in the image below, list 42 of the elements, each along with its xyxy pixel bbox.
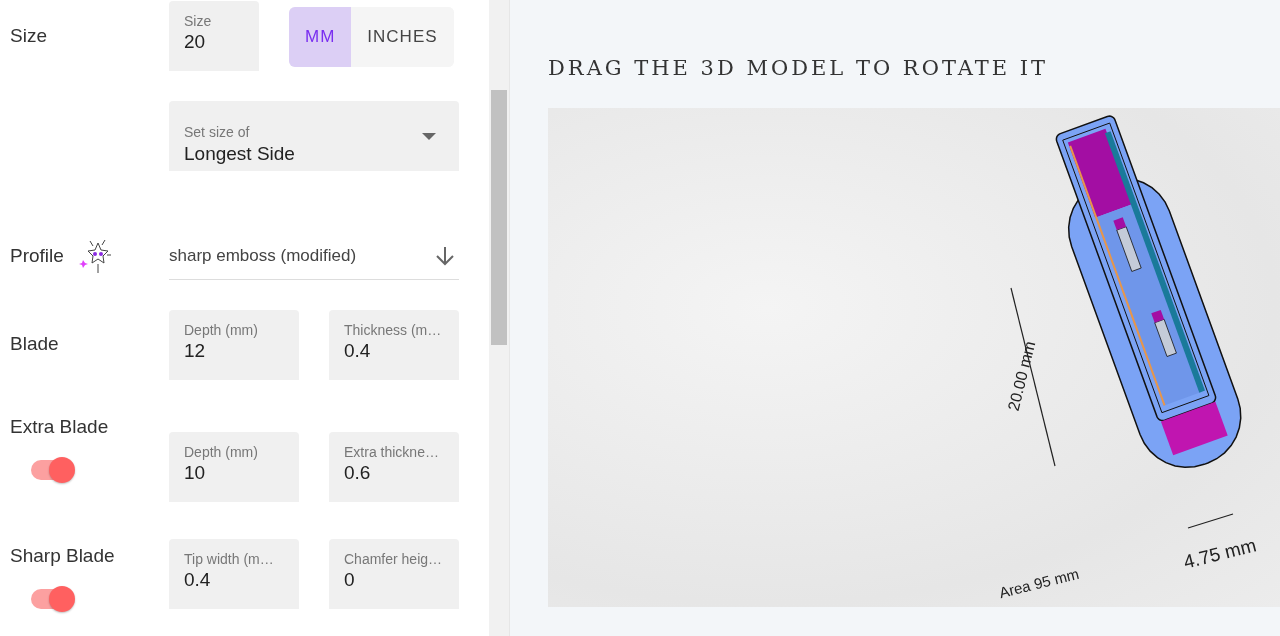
caret-icon bbox=[422, 132, 436, 140]
field-label: Thickness (m… bbox=[344, 322, 443, 338]
input-field[interactable]: Depth (mm) 12 bbox=[169, 310, 299, 380]
dropdown-value: sharp emboss (modified) bbox=[169, 245, 357, 266]
input-field[interactable]: Thickness (m… 0.4 bbox=[329, 310, 459, 380]
field-label: Depth (mm) bbox=[184, 322, 259, 338]
dropdown[interactable]: Set size of Longest Side bbox=[169, 101, 459, 171]
input-field[interactable]: Depth (mm) 10 bbox=[169, 432, 299, 502]
field-value: 0 bbox=[344, 569, 356, 591]
unit-toggle-button[interactable]: MM bbox=[289, 7, 352, 67]
row-label: Sharp Blade bbox=[10, 545, 116, 567]
field-label: Set size of bbox=[184, 123, 251, 140]
measurement-label: 4.75 mm bbox=[1181, 534, 1259, 574]
input-field[interactable]: Tip width (m… 0.4 bbox=[169, 539, 299, 609]
row-label: Profile bbox=[10, 245, 64, 267]
input-field[interactable]: Chamfer heig… 0 bbox=[329, 539, 459, 609]
field-value: 20 bbox=[184, 31, 207, 53]
field-label: Depth (mm) bbox=[184, 444, 259, 460]
dropdown-value: Longest Side bbox=[184, 142, 295, 165]
dimension-line bbox=[1187, 513, 1234, 529]
profile-dropdown[interactable]: sharp emboss (modified) bbox=[169, 232, 459, 280]
field-value: 12 bbox=[184, 340, 207, 362]
field-label: Extra thickne… bbox=[344, 444, 440, 460]
field-value: 0.6 bbox=[344, 462, 372, 484]
input-field[interactable]: Extra thickne… 0.6 bbox=[329, 432, 459, 502]
field-value: 0.4 bbox=[184, 569, 212, 591]
cookie-cutter-model-drawing[interactable] bbox=[1055, 115, 1242, 469]
row-label: Size bbox=[10, 25, 47, 47]
field-value: 0.4 bbox=[344, 340, 372, 362]
arrow-down-icon bbox=[435, 245, 455, 266]
field-label: Size bbox=[184, 13, 213, 29]
field-value: 10 bbox=[184, 462, 207, 484]
field-label: Chamfer heig… bbox=[344, 551, 444, 567]
viewer-title: DRAG THE 3D MODEL TO ROTATE IT bbox=[548, 56, 1050, 80]
measurement-label: Area 95 mm bbox=[997, 564, 1081, 602]
field-label: Tip width (m… bbox=[184, 551, 275, 567]
scrollbar-thumb[interactable] bbox=[491, 90, 507, 345]
measurement-label: 20.00 mm bbox=[1004, 339, 1040, 413]
row-label: Blade bbox=[10, 333, 60, 355]
input-field[interactable]: Size 20 bbox=[169, 1, 259, 71]
3d-viewport[interactable]: 20.00 mm 4.75 mm Area 95 mm bbox=[548, 108, 1280, 607]
row-label: Extra Blade bbox=[10, 416, 110, 438]
